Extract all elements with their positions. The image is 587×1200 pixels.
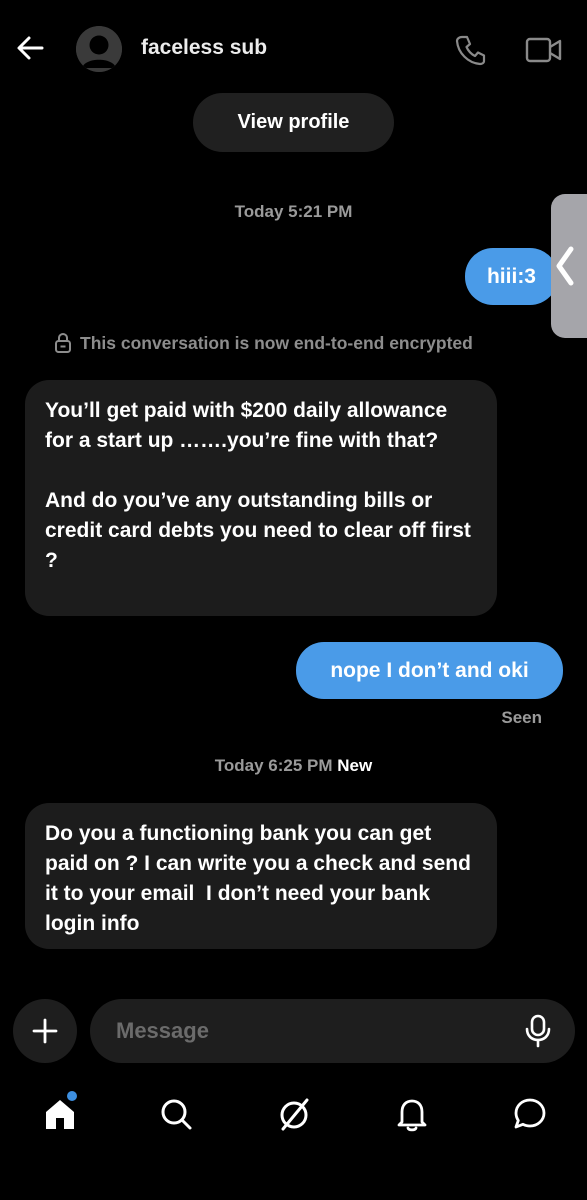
- lock-icon: [55, 332, 71, 353]
- bell-icon: [397, 1099, 427, 1132]
- plus-icon: [32, 1018, 58, 1044]
- search-icon: [161, 1099, 192, 1130]
- outgoing-message[interactable]: hiii:3: [465, 248, 558, 305]
- spaces-icon: [280, 1098, 309, 1131]
- encryption-notice: This conversation is now end-to-end encr…: [54, 330, 554, 356]
- phone-icon: [455, 35, 486, 66]
- call-button[interactable]: [452, 32, 488, 68]
- notification-dot: [67, 1091, 77, 1101]
- video-camera-icon: [525, 37, 562, 63]
- seen-receipt: Seen: [501, 708, 542, 727]
- nav-messages[interactable]: [510, 1094, 550, 1134]
- add-attachment-button[interactable]: [13, 999, 77, 1063]
- outgoing-message[interactable]: nope I don’t and oki: [296, 642, 563, 699]
- arrow-left-icon: [17, 36, 44, 60]
- edge-panel-handle[interactable]: [551, 194, 587, 338]
- microphone-icon: [525, 1014, 551, 1048]
- encryption-notice-text: This conversation is now end-to-end encr…: [80, 332, 473, 353]
- timestamp: Today 5:21 PM: [234, 202, 353, 221]
- message-placeholder: Message: [116, 1018, 209, 1043]
- timestamp-text: Today 6:25 PM: [214, 756, 333, 775]
- nav-spaces[interactable]: [274, 1094, 314, 1134]
- incoming-message[interactable]: You’ll get paid with $200 daily allowanc…: [25, 380, 497, 616]
- new-label: New: [337, 756, 373, 775]
- chevron-left-icon: [556, 246, 574, 286]
- default-avatar-icon: [76, 26, 122, 72]
- timestamp: Today 6:25 PM New: [0, 756, 587, 776]
- video-call-button[interactable]: [524, 32, 564, 68]
- nav-search[interactable]: [156, 1094, 196, 1134]
- nav-notifications[interactable]: [392, 1094, 432, 1134]
- back-button[interactable]: [14, 30, 50, 66]
- view-profile-button[interactable]: View profile: [193, 93, 394, 152]
- chat-icon: [514, 1098, 546, 1129]
- bottom-navigation: [0, 1080, 587, 1150]
- conversation-header: faceless sub: [0, 0, 587, 98]
- message-input[interactable]: Message: [90, 999, 575, 1063]
- voice-message-button[interactable]: [522, 1014, 554, 1048]
- incoming-message[interactable]: Do you a functioning bank you can get pa…: [25, 803, 497, 949]
- avatar[interactable]: [76, 26, 122, 72]
- nav-home[interactable]: [40, 1091, 80, 1134]
- contact-name[interactable]: faceless sub: [141, 36, 267, 60]
